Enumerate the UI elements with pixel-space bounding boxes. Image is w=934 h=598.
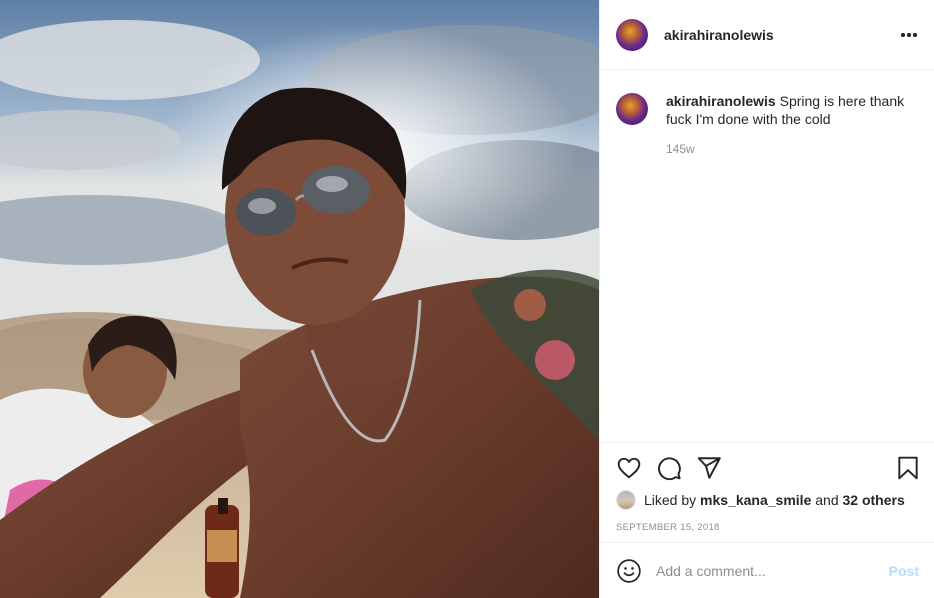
liker-username[interactable]: mks_kana_smile [700, 492, 811, 508]
comment-icon[interactable] [656, 455, 682, 481]
likes-others-link[interactable]: 32 others [843, 492, 905, 508]
caption-author-avatar[interactable] [616, 93, 648, 125]
share-icon[interactable] [696, 455, 722, 481]
comment-input[interactable] [656, 562, 881, 579]
caption-timestamp[interactable]: 145w [666, 142, 916, 156]
post-caption: akirahiranolewis Spring is here thank fu… [616, 92, 921, 156]
action-bar [616, 455, 919, 481]
likes-summary: Liked by mks_kana_smile and 32 others [616, 490, 905, 510]
likes-and: and [815, 492, 839, 508]
post-comment-button[interactable]: Post [889, 563, 919, 579]
caption-username[interactable]: akirahiranolewis [666, 93, 776, 109]
post-actions-section: Liked by mks_kana_smile and 32 others SE… [600, 442, 934, 542]
post-side-panel: akirahiranolewis akirahiranolewis Spring… [599, 0, 934, 598]
post-header: akirahiranolewis [600, 0, 934, 70]
caption-text: akirahiranolewis Spring is here thank fu… [666, 92, 916, 128]
comment-bar: Post [600, 542, 934, 598]
emoji-smile-icon[interactable] [616, 558, 642, 584]
likes-prefix: Liked by [644, 492, 697, 508]
more-options-icon[interactable] [899, 25, 919, 45]
author-username[interactable]: akirahiranolewis [664, 27, 774, 43]
post-photo[interactable] [0, 0, 599, 598]
photo-illustration [0, 0, 599, 598]
liker-avatar[interactable] [616, 490, 636, 510]
bookmark-icon[interactable] [895, 455, 921, 481]
author-avatar[interactable] [616, 18, 648, 51]
heart-icon[interactable] [616, 455, 642, 481]
post-date[interactable]: SEPTEMBER 15, 2018 [616, 522, 720, 533]
